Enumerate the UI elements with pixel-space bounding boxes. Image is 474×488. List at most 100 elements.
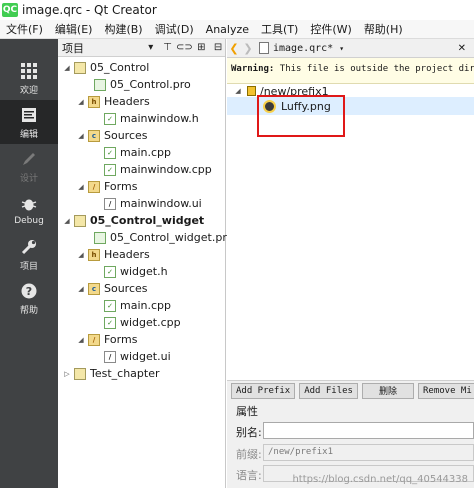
mode-sidebar: 欢迎 编辑 设计 Debug 项目 ? 帮助 [0,39,58,488]
editor-toolbar: ❮ ❯ image.qrc* ▾ ✕ [227,39,474,58]
project-pane: 项目 ▾ ⊤ ⊂⊃ ⊞ ⊟ ◢ 05_Control 05_Control.pr… [58,39,233,488]
collapse-arrow-icon[interactable]: ◢ [76,182,86,192]
menu-help[interactable]: 帮助(H) [358,21,409,37]
menu-tools[interactable]: 工具(T) [255,21,304,37]
tree-item-file[interactable]: ✓ widget.h [102,263,168,280]
warning-prefix: Warning: [231,64,275,74]
mode-label: 欢迎 [19,85,38,96]
source-file-icon: ✓ [104,163,116,176]
help-icon: ? [19,281,39,301]
combo-arrow-icon[interactable]: ▾ [144,41,158,55]
collapse-arrow-icon[interactable]: ◢ [233,86,243,96]
mode-label: Debug [14,216,44,226]
mode-projects[interactable]: 项目 [0,232,58,276]
mode-label: 编辑 [19,129,38,140]
headers-folder-icon: h [88,248,100,261]
collapse-arrow-icon[interactable]: ◢ [76,97,86,107]
header-file-icon: ✓ [104,112,116,125]
open-file-tab[interactable]: image.qrc* ▾ [259,42,344,54]
mode-design[interactable]: 设计 [0,144,58,188]
tree-item-folder[interactable]: ◢ c Sources [76,127,147,144]
remove-missing-button[interactable]: Remove Mi [417,382,474,399]
project-icon [74,61,86,74]
filter-icon[interactable]: ⊤ [161,41,175,55]
tree-item-folder[interactable]: ◢ h Headers [76,93,150,110]
source-file-icon: ✓ [104,146,116,159]
split-icon[interactable]: ⊞ [194,41,208,55]
tree-item-folder[interactable]: ◢ h Headers [76,246,150,263]
menu-bar: 文件(F) 编辑(E) 构建(B) 调试(D) Analyze 工具(T) 控件… [0,20,474,39]
close-file-icon[interactable]: ✕ [458,43,466,54]
menu-file[interactable]: 文件(F) [0,21,49,37]
tree-item-project[interactable]: ▷ Test_chapter [62,365,159,382]
project-icon [74,367,86,380]
svg-text:?: ? [26,285,32,298]
delete-button[interactable]: 删除 [361,382,414,399]
link-icon[interactable]: ⊂⊃ [176,41,193,55]
title-bar: QC image.qrc - Qt Creator [0,0,474,20]
add-prefix-button[interactable]: Add Prefix [231,382,296,399]
tree-item-file[interactable]: ✓ mainwindow.h [102,110,199,127]
red-highlight-annotation [257,95,345,137]
collapse-arrow-icon[interactable]: ◢ [62,216,72,226]
menu-build[interactable]: 构建(B) [98,21,148,37]
properties-title: 属性 [236,405,258,418]
language-label: 语言: [236,469,262,482]
window-title: image.qrc - Qt Creator [22,3,157,17]
warning-bar: Warning: This file is outside the projec… [227,58,474,84]
expand-arrow-icon[interactable]: ▷ [62,369,72,379]
tree-item-file[interactable]: ✓ mainwindow.cpp [102,161,212,178]
collapse-arrow-icon[interactable]: ◢ [62,63,72,73]
edit-icon [19,105,39,125]
tree-item-folder[interactable]: ◢ / Forms [76,331,137,348]
mode-label: 项目 [19,261,38,272]
prefix-field[interactable]: /new/prefix1 [263,444,474,461]
mode-debug[interactable]: Debug [0,188,58,232]
close-pane-icon[interactable]: ⊟ [211,41,225,55]
mode-edit[interactable]: 编辑 [0,100,58,144]
tree-item-file[interactable]: ✓ main.cpp [102,297,171,314]
warning-text: This file is outside the project direct [274,64,474,74]
tree-item-project[interactable]: ◢ 05_Control_widget [62,212,204,229]
menu-analyze[interactable]: Analyze [200,23,255,36]
tree-item-folder[interactable]: ◢ / Forms [76,178,137,195]
headers-folder-icon: h [88,95,100,108]
watermark-text: https://blog.csdn.net/qq_40544338 [292,474,468,485]
resource-button-bar: Add Prefix Add Files 删除 Remove Mi [227,380,474,400]
menu-debug[interactable]: 调试(D) [149,21,200,37]
add-files-button[interactable]: Add Files [299,382,358,399]
file-dropdown-icon[interactable]: ▾ [339,44,344,53]
collapse-arrow-icon[interactable]: ◢ [76,250,86,260]
back-arrow-icon[interactable]: ❮ [227,42,241,55]
collapse-arrow-icon[interactable]: ◢ [76,284,86,294]
tree-item-file[interactable]: ✓ widget.cpp [102,314,181,331]
project-toolbar: 项目 ▾ ⊤ ⊂⊃ ⊞ ⊟ [58,39,225,57]
collapse-arrow-icon[interactable]: ◢ [76,335,86,345]
ui-file-icon: / [104,350,116,363]
menu-edit[interactable]: 编辑(E) [49,21,99,37]
header-file-icon: ✓ [104,265,116,278]
tree-item-file[interactable]: 05_Control_widget.pro [92,229,233,246]
tree-item-file[interactable]: ✓ main.cpp [102,144,171,161]
tree-item-folder[interactable]: ◢ c Sources [76,280,147,297]
alias-label: 别名: [236,426,262,439]
sources-folder-icon: c [88,129,100,142]
view-selector-combo[interactable]: 项目 [62,40,141,56]
tree-item-file[interactable]: / mainwindow.ui [102,195,202,212]
tree-item-project[interactable]: ◢ 05_Control [62,59,149,76]
forward-arrow-icon[interactable]: ❯ [241,42,255,55]
tree-item-file[interactable]: 05_Control.pro [92,76,191,93]
tree-item-file[interactable]: / widget.ui [102,348,171,365]
collapse-arrow-icon[interactable]: ◢ [76,131,86,141]
pen-icon [19,149,39,169]
mode-welcome[interactable]: 欢迎 [0,56,58,100]
menu-widgets[interactable]: 控件(W) [304,21,357,37]
mode-help[interactable]: ? 帮助 [0,276,58,320]
alias-field[interactable] [263,422,474,439]
project-icon [74,214,86,227]
source-file-icon: ✓ [104,299,116,312]
forms-folder-icon: / [88,333,100,346]
lock-icon [247,86,256,96]
ui-file-icon: / [104,197,116,210]
qt-creator-logo-icon: QC [2,3,18,17]
